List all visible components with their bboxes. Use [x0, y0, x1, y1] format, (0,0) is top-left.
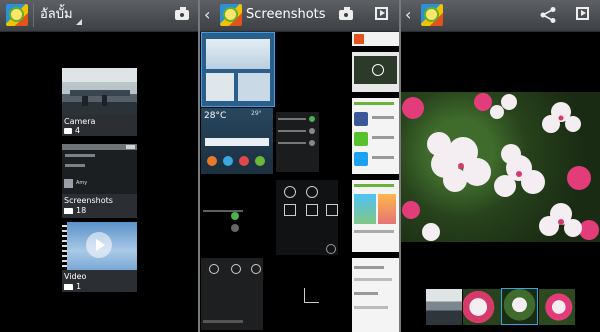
screenshot-thumb[interactable]	[201, 258, 263, 330]
album-camera-name: Camera	[64, 117, 96, 126]
screenshots-action-bar: ‹ Screenshots	[200, 0, 399, 32]
slideshow-icon	[375, 7, 388, 20]
screenshot-thumb[interactable]	[352, 98, 399, 174]
weather-temp: 28°C	[204, 111, 227, 121]
share-button[interactable]	[537, 5, 559, 25]
slideshow-button[interactable]	[573, 5, 595, 25]
camera-button[interactable]	[172, 5, 194, 25]
album-screenshots-count: 18	[76, 206, 87, 215]
screenshot-thumb[interactable]	[352, 180, 399, 252]
screenshot-thumb-edge	[304, 288, 319, 303]
share-icon	[540, 7, 556, 23]
screenshot-thumb[interactable]	[201, 180, 273, 252]
photo-flowers	[402, 93, 599, 241]
album-camera[interactable]: Camera 4	[62, 68, 137, 136]
screenshots-screen: ‹ Screenshots 28°C 29°	[200, 0, 399, 332]
album-screenshots-count-row: 18	[64, 206, 86, 215]
filmstrip-thumb[interactable]	[426, 289, 462, 325]
album-video-count: 1	[76, 282, 82, 291]
dropdown-corner-icon	[76, 19, 82, 25]
camera-icon	[64, 127, 72, 134]
album-video-count-row: 1	[64, 282, 81, 291]
album-video-thumbnail	[62, 222, 137, 270]
gallery-screenshots-root: อัลบั้ม Camera 4 Amy Screenshots 18 Vide…	[0, 0, 600, 332]
screenshot-thumb[interactable]: 28°C 29°	[201, 108, 273, 174]
album-camera-count: 4	[75, 126, 81, 135]
screenshot-thumb[interactable]	[276, 180, 338, 255]
viewer-action-bar: ‹	[401, 0, 600, 32]
photo-view[interactable]	[401, 92, 600, 242]
filmstrip-thumb-selected[interactable]	[501, 288, 538, 325]
camera-icon	[175, 7, 189, 20]
slideshow-button[interactable]	[372, 5, 394, 25]
album-screenshots-name: Screenshots	[64, 196, 113, 205]
video-play-icon	[86, 232, 112, 258]
filmstrip-thumb[interactable]	[463, 289, 501, 325]
album-action-bar: อัลบั้ม	[0, 0, 198, 32]
screenshots-title: Screenshots	[246, 7, 326, 22]
filmstrip-thumb[interactable]	[539, 289, 575, 325]
screenshot-thumb[interactable]	[201, 32, 275, 107]
screenshot-thumb[interactable]	[352, 258, 399, 332]
album-video[interactable]: Video 1	[62, 222, 137, 292]
album-screenshots-thumbnail: Amy	[62, 144, 137, 194]
camera-button[interactable]	[336, 5, 358, 25]
album-screen: อัลบั้ม Camera 4 Amy Screenshots 18 Vide…	[0, 0, 198, 332]
screenshot-thumb[interactable]	[352, 32, 399, 46]
weather-temp-2: 29°	[251, 110, 262, 117]
album-video-name: Video	[64, 272, 87, 281]
album-screenshots[interactable]: Amy Screenshots 18	[62, 144, 137, 218]
album-screen-title: อัลบั้ม	[40, 7, 73, 22]
gallery-app-icon[interactable]	[220, 4, 242, 26]
screenshot-thumb[interactable]	[276, 112, 319, 172]
gallery-app-icon[interactable]	[6, 4, 28, 26]
viewer-screen: ‹	[401, 0, 600, 332]
preview-contact-name: Amy	[76, 180, 88, 186]
album-camera-thumbnail	[62, 68, 137, 115]
gallery-app-icon[interactable]	[421, 4, 443, 26]
back-chevron-icon[interactable]: ‹	[204, 7, 210, 23]
album-camera-count-row: 4	[64, 126, 80, 135]
back-chevron-icon[interactable]: ‹	[405, 7, 411, 23]
screenshot-thumb[interactable]	[352, 52, 399, 92]
folder-icon	[64, 283, 73, 290]
slideshow-icon	[576, 7, 589, 20]
folder-icon	[64, 207, 73, 214]
view-mode-dropdown[interactable]: อัลบั้ม	[33, 3, 84, 27]
camera-icon	[339, 7, 353, 20]
